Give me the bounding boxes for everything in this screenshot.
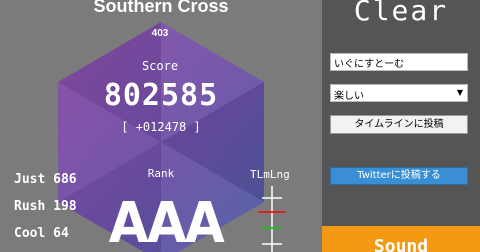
score-value: 802585 <box>103 78 219 113</box>
judgement-count: 686 <box>53 172 77 187</box>
share-panel: Clear 楽しい ▼ タイムラインに投稿 Twitterに投稿する Sound <box>322 0 480 252</box>
judgement-label: Just <box>14 172 46 187</box>
rank-value: AAA <box>108 191 225 252</box>
judgement-rush: Rush 198 <box>14 199 77 214</box>
dropdown-arrow-icon: ▼ <box>456 88 463 97</box>
comment-input[interactable] <box>330 53 468 71</box>
bottom-action-label: Sound <box>373 236 429 252</box>
judgement-count: 64 <box>53 226 69 241</box>
post-timeline-button[interactable]: タイムラインに投稿 <box>330 115 468 134</box>
score-label: Score <box>141 59 179 73</box>
feeling-selected-value: 楽しい <box>334 91 364 102</box>
judgement-count: 198 <box>53 199 77 214</box>
clear-title: Clear <box>353 0 449 27</box>
feeling-select[interactable]: 楽しい ▼ <box>330 84 468 102</box>
bottom-action-bar[interactable]: Sound <box>322 226 480 252</box>
score-difference: [ +012478 ] <box>121 120 201 134</box>
rank-label: Rank <box>147 167 175 180</box>
judgement-just: Just 686 <box>14 172 77 187</box>
judgement-cool: Cool 64 <box>14 226 69 241</box>
timing-gauge <box>258 186 286 252</box>
result-area: Southern Cross 403 Score 802585 [ +01247… <box>0 0 322 252</box>
level-number: 403 <box>151 28 169 39</box>
judgement-label: Rush <box>14 199 46 214</box>
judgement-label: Cool <box>14 226 46 241</box>
song-title: Southern Cross <box>93 0 229 16</box>
timing-label: TLmLng <box>250 168 290 181</box>
post-twitter-button[interactable]: Twitterに投稿する <box>330 167 468 185</box>
